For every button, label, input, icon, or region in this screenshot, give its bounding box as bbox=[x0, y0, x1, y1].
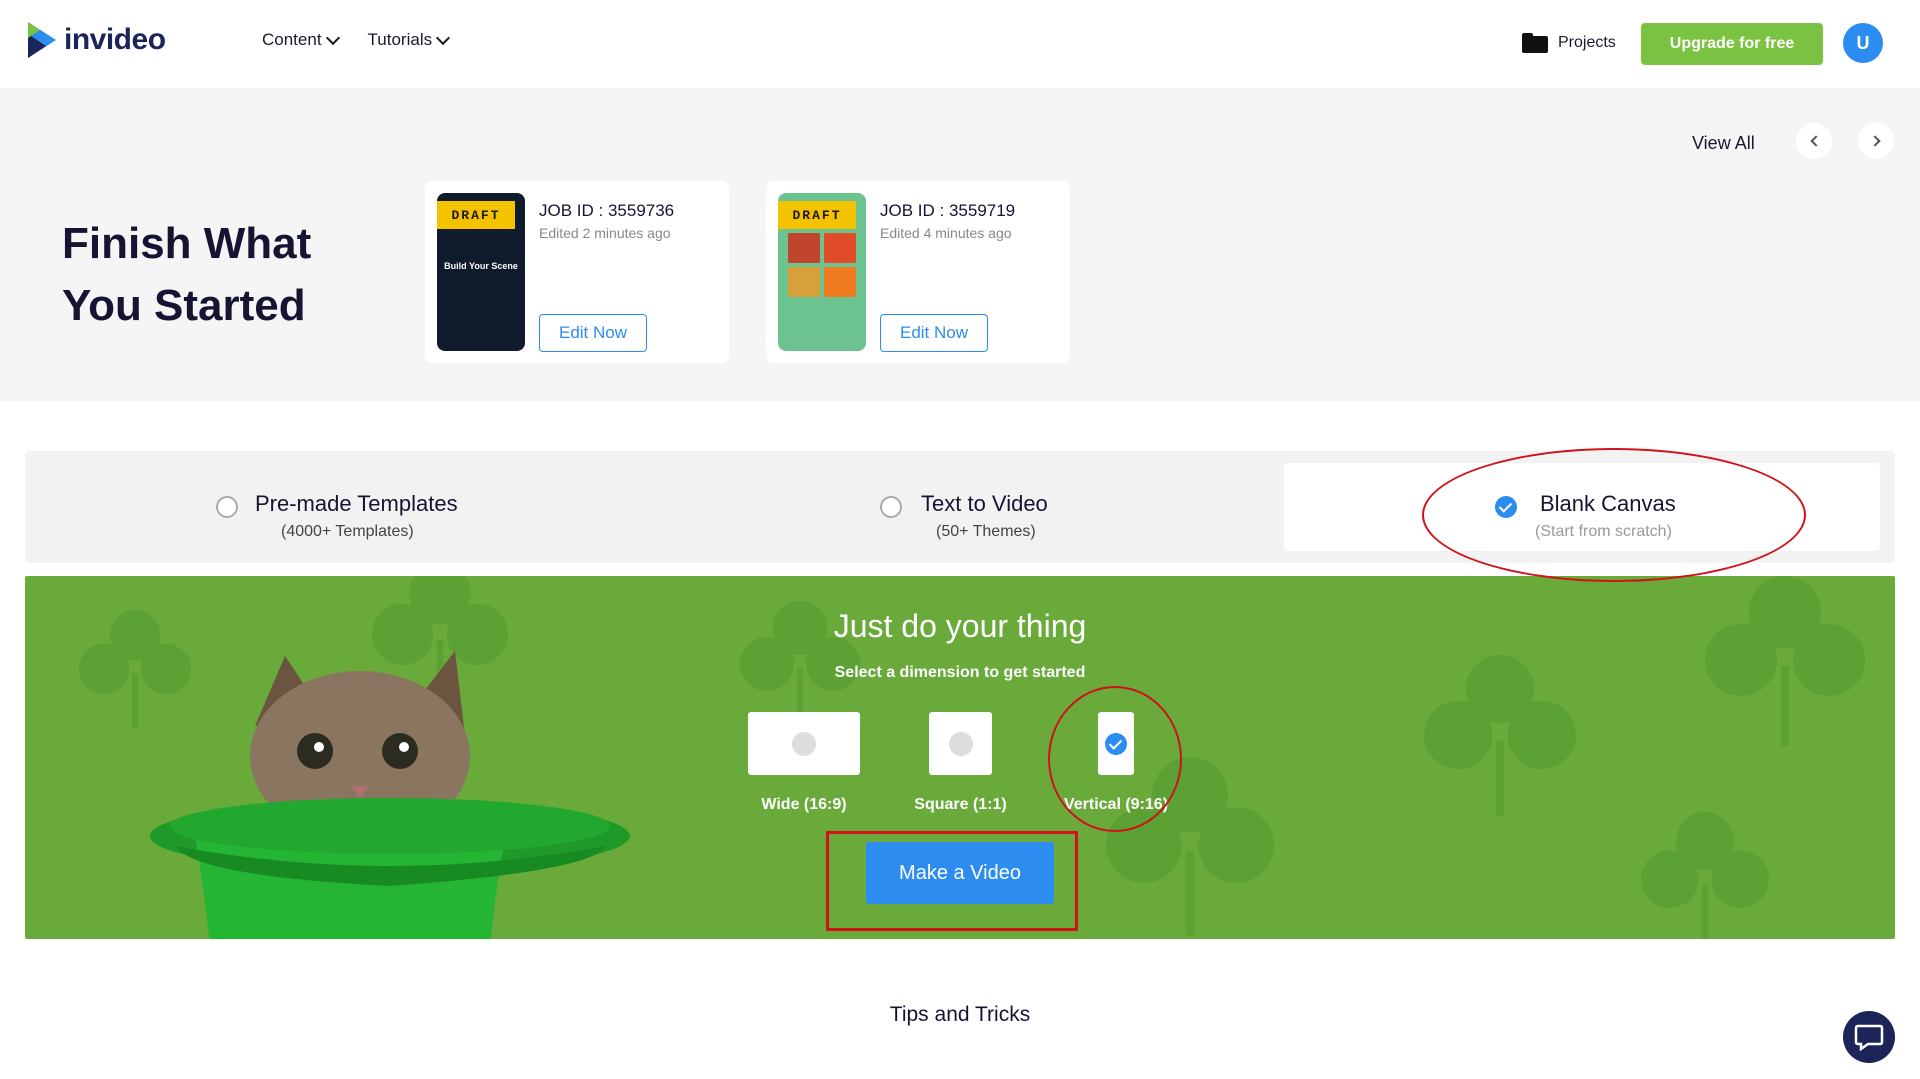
dimension-preview[interactable] bbox=[929, 712, 992, 775]
job-edited-time: Edited 4 minutes ago bbox=[880, 225, 1012, 241]
main-nav: Content Tutorials bbox=[262, 30, 451, 50]
view-all-link[interactable]: View All bbox=[1692, 133, 1755, 154]
dimension-preview[interactable] bbox=[1098, 712, 1134, 775]
job-card: DRAFT Build Your Scene JOB ID : 3559736 … bbox=[425, 181, 729, 363]
folder-icon bbox=[1522, 33, 1548, 53]
panel-title: Just do your thing bbox=[833, 608, 1087, 644]
mode-premade-templates[interactable]: Pre-made Templates (4000+ Templates) bbox=[33, 463, 629, 551]
check-icon[interactable] bbox=[1495, 496, 1517, 518]
logo[interactable]: invideo bbox=[24, 20, 166, 60]
job-thumbnail[interactable]: DRAFT Build Your Scene bbox=[437, 193, 525, 351]
draft-badge: DRAFT bbox=[778, 201, 856, 229]
thumbnail-text: Build Your Scene bbox=[444, 261, 518, 271]
carousel-next-button[interactable] bbox=[1858, 123, 1894, 159]
projects-label: Projects bbox=[1558, 34, 1616, 51]
blank-canvas-panel: Just do your thing Select a dimension to… bbox=[25, 576, 1895, 939]
tips-heading: Tips and Tricks bbox=[889, 1003, 1031, 1026]
photo-tile bbox=[788, 233, 820, 263]
chat-button[interactable] bbox=[1843, 1011, 1895, 1063]
dimension-label: Square (1:1) bbox=[914, 796, 1007, 813]
projects-link[interactable]: Projects bbox=[1522, 33, 1616, 53]
radio-dot bbox=[792, 731, 816, 756]
panel-subtitle: Select a dimension to get started bbox=[834, 664, 1086, 681]
photo-tile bbox=[788, 267, 820, 297]
dimension-label: Wide (16:9) bbox=[761, 796, 847, 813]
upgrade-button[interactable]: Upgrade for free bbox=[1641, 23, 1823, 65]
clover-icon bbox=[1641, 812, 1769, 939]
nav-content[interactable]: Content bbox=[262, 30, 340, 50]
make-video-button[interactable]: Make a Video bbox=[866, 842, 1054, 904]
top-header: invideo Content Tutorials Projects Upgra… bbox=[0, 0, 1920, 88]
photo-tile bbox=[824, 233, 856, 263]
draft-badge: DRAFT bbox=[437, 201, 515, 229]
creation-mode-selector: Pre-made Templates (4000+ Templates) Tex… bbox=[25, 451, 1895, 563]
radio-dot bbox=[948, 731, 973, 756]
chevron-right-icon bbox=[1868, 135, 1881, 147]
carousel-prev-button[interactable] bbox=[1796, 123, 1832, 159]
chevron-down-icon bbox=[325, 30, 340, 45]
radio-button[interactable] bbox=[880, 496, 902, 518]
dimension-label: Vertical (9:16) bbox=[1063, 796, 1169, 813]
kitten-in-hat-illustration bbox=[150, 651, 630, 939]
edit-now-button[interactable]: Edit Now bbox=[539, 314, 647, 352]
mode-title: Pre-made Templates bbox=[255, 491, 458, 516]
invideo-logo-icon bbox=[28, 22, 56, 58]
mode-subtitle: (4000+ Templates) bbox=[281, 523, 414, 540]
chevron-left-icon bbox=[1809, 135, 1822, 147]
mode-text-to-video[interactable]: Text to Video (50+ Themes) bbox=[662, 463, 1258, 551]
dimension-preview[interactable] bbox=[748, 712, 860, 775]
radio-button[interactable] bbox=[216, 496, 238, 518]
logo-text: invideo bbox=[64, 23, 166, 56]
job-thumbnail[interactable]: DRAFT bbox=[778, 193, 866, 351]
avatar[interactable]: U bbox=[1843, 23, 1883, 63]
mode-title: Text to Video bbox=[921, 491, 1048, 516]
section-title: Finish What You Started bbox=[62, 219, 312, 330]
job-id: JOB ID : 3559719 bbox=[880, 201, 1016, 220]
mode-subtitle: (50+ Themes) bbox=[936, 523, 1036, 540]
thumbnail-photos bbox=[788, 233, 856, 297]
mode-subtitle: (Start from scratch) bbox=[1535, 523, 1672, 540]
mode-title: Blank Canvas bbox=[1540, 491, 1676, 516]
nav-content-label: Content bbox=[262, 30, 322, 49]
nav-tutorials-label: Tutorials bbox=[367, 30, 433, 49]
chevron-down-icon bbox=[436, 30, 451, 45]
photo-tile bbox=[824, 267, 856, 297]
job-id: JOB ID : 3559736 bbox=[539, 201, 675, 220]
job-edited-time: Edited 2 minutes ago bbox=[539, 225, 671, 241]
chat-icon bbox=[1854, 1024, 1884, 1051]
check-icon bbox=[1105, 732, 1127, 755]
mode-blank-canvas[interactable]: Blank Canvas (Start from scratch) bbox=[1284, 463, 1880, 551]
recent-drafts-section: Finish What You Started View All DRAFT B… bbox=[0, 88, 1920, 401]
edit-now-button[interactable]: Edit Now bbox=[880, 314, 988, 352]
job-card: DRAFT JOB ID : 3559719 Edited 4 minutes … bbox=[766, 181, 1070, 363]
nav-tutorials[interactable]: Tutorials bbox=[367, 30, 451, 50]
